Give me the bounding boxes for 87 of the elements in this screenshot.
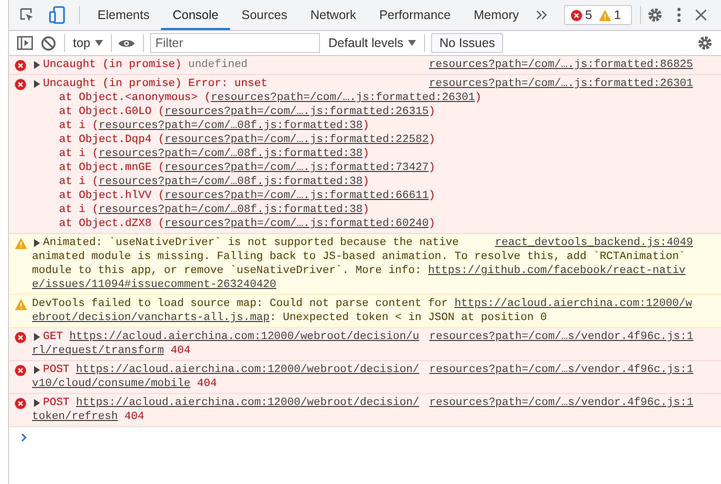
error-icon [15,332,26,343]
link[interactable]: resources?path=/com/…08f.js:formatted:38 [98,176,363,188]
expand-triangle-icon[interactable] [34,366,40,374]
message-text: v10/cloud/consume/mobile 404 [32,377,217,391]
source-link[interactable]: react_devtools_backend.js:4049 [484,236,693,250]
stack-frame: at i (resources?path=/com/…08f.js:formatted:38) [59,175,370,189]
expand-triangle-icon[interactable] [34,239,40,247]
expand-triangle-icon[interactable] [34,80,40,88]
link[interactable]: https://acloud.aierchina.com:12000/w [454,298,692,310]
stack-frame: at Object.mnGE (resources?path=/com/….js:formatted:73427) [59,161,436,175]
settings-icon[interactable] [697,35,713,51]
link[interactable]: resources?path=/com/….js:formatted:26301 [210,92,475,104]
source-link[interactable]: resources?path=/com/…s/vendor.4f96c.js:1 [419,396,694,410]
stack-frame: at Object.dZX8 (resources?path=/com/….js:formatted:60240) [59,217,436,231]
stack-frame: at Object.<anonymous> (resources?path=/com/….js:formatted:26301) [59,91,482,105]
issues-button[interactable]: No Issues [431,33,504,53]
more-options-icon[interactable] [677,7,681,23]
filter-field[interactable]: Filter [150,33,320,53]
link[interactable]: resources?path=/com/….js:formatted:60240 [164,218,429,230]
message-text: POST https://acloud.aierchina.com:12000/webroot/decision/ [43,396,420,410]
message-text: module to this app, or remove `useNativeDriver`. More info: https://github.com/facebook/react-nativ [32,264,686,278]
stack-frame: at i (resources?path=/com/…08f.js:formatted:38) [59,119,370,133]
error-icon [15,398,26,409]
panel-tab[interactable]: Network [298,0,368,30]
link[interactable]: resources?path=/com/….js:formatted:66611 [164,190,429,202]
panel-tab[interactable]: Memory [462,0,530,30]
link[interactable]: v10/cloud/consume/mobile [32,378,190,390]
inspect-element-icon[interactable] [19,7,35,23]
device-toolbar-icon[interactable] [49,6,65,24]
prompt-chevron-icon[interactable] [21,433,27,442]
eye-icon[interactable] [118,38,136,48]
warning-icon [14,299,26,310]
error-icon [15,79,26,90]
panel-tab[interactable]: Performance [368,0,462,30]
issue-counter[interactable]: 5 1 [564,5,632,25]
link[interactable]: resources?path=/com/….js:formatted:26315 [164,106,429,118]
link[interactable]: resources?path=/com/…08f.js:formatted:38 [98,120,363,132]
settings-icon[interactable] [647,7,663,23]
error-icon [15,365,26,376]
stack-frame: at i (resources?path=/com/…08f.js:formatted:38) [59,147,370,161]
message-text: Uncaught (in promise) Error: unset [43,77,268,91]
message-text: token/refresh 404 [32,410,144,424]
stack-frame: at Object.hlVV (resources?path=/com/….js:formatted:66611) [59,189,436,203]
link[interactable]: resources?path=/com/…08f.js:formatted:38 [98,148,363,160]
link[interactable]: https://acloud.aierchina.com:12000/webroot/decision/ [76,364,420,376]
panel-tab[interactable]: Sources [230,0,299,30]
link[interactable]: resources?path=/com/…08f.js:formatted:38 [98,204,363,216]
source-link[interactable]: resources?path=/com/…s/vendor.4f96c.js:1 [419,330,694,344]
message-text: ebroot/decision/vancharts-all.js.map: Unexpected token < in JSON at position 0 [32,311,547,325]
sidebar-toggle-icon[interactable] [17,36,33,50]
error-icon [15,60,26,71]
link[interactable]: https://github.com/facebook/react-nativ [428,265,686,277]
message-text: Uncaught (in promise) undefined [43,58,248,72]
stack-frame: at Object.G0LO (resources?path=/com/….js:formatted:26315) [59,105,436,119]
error-icon [571,10,582,20]
message-text: Animated: `useNativeDriver` is not supported because the native [43,236,459,250]
caret-icon [95,40,104,46]
link[interactable]: resources?path=/com/….js:formatted:73427 [164,162,429,174]
source-link[interactable]: resources?path=/com/…s/vendor.4f96c.js:1 [419,363,694,377]
caret-icon [408,40,416,46]
message-text: POST https://acloud.aierchina.com:12000/webroot/decision/ [43,363,420,377]
clear-console-icon[interactable] [41,36,56,50]
expand-triangle-icon[interactable] [34,333,40,341]
link[interactable]: e/issues/11094#issuecomment-263240420 [32,279,276,291]
link[interactable]: ebroot/decision/vancharts-all.js.map [32,312,270,324]
expand-triangle-icon[interactable] [34,399,40,407]
more-tabs-icon[interactable] [536,10,548,20]
expand-triangle-icon[interactable] [34,61,40,69]
panel-tab[interactable]: Elements [86,0,162,30]
source-link[interactable]: resources?path=/com/….js:formatted:86825 [418,58,693,72]
link[interactable]: resources?path=/com/….js:formatted:22582 [164,134,429,146]
message-text: GET https://acloud.aierchina.com:12000/webroot/decision/u [43,330,420,344]
message-text: animated module is missing. Falling back to JS-based animation. To resolve this, add `RCTAnimation` [32,250,686,264]
warning-icon [599,10,612,20]
log-levels-dropdown[interactable]: Default levels [326,36,424,50]
link[interactable]: https://acloud.aierchina.com:12000/webroot/decision/u [69,331,420,343]
link[interactable]: rl/request/transform [32,345,164,357]
message-text: DevTools failed to load source map: Could not parse content for https://acloud.aierchina.com:12000/w [32,297,692,311]
context-selector[interactable]: top [71,36,112,50]
message-text: rl/request/transform 404 [32,344,190,358]
link[interactable]: token/refresh [32,411,118,423]
link[interactable]: https://acloud.aierchina.com:12000/webroot/decision/ [76,397,420,409]
stack-frame: at Object.Dqp4 (resources?path=/com/….js:formatted:22582) [59,133,436,147]
source-link[interactable]: resources?path=/com/….js:formatted:26301 [418,77,693,91]
warning-icon [14,238,26,249]
stack-frame: at i (resources?path=/com/…08f.js:formatted:38) [59,203,370,217]
close-icon[interactable] [695,9,707,21]
